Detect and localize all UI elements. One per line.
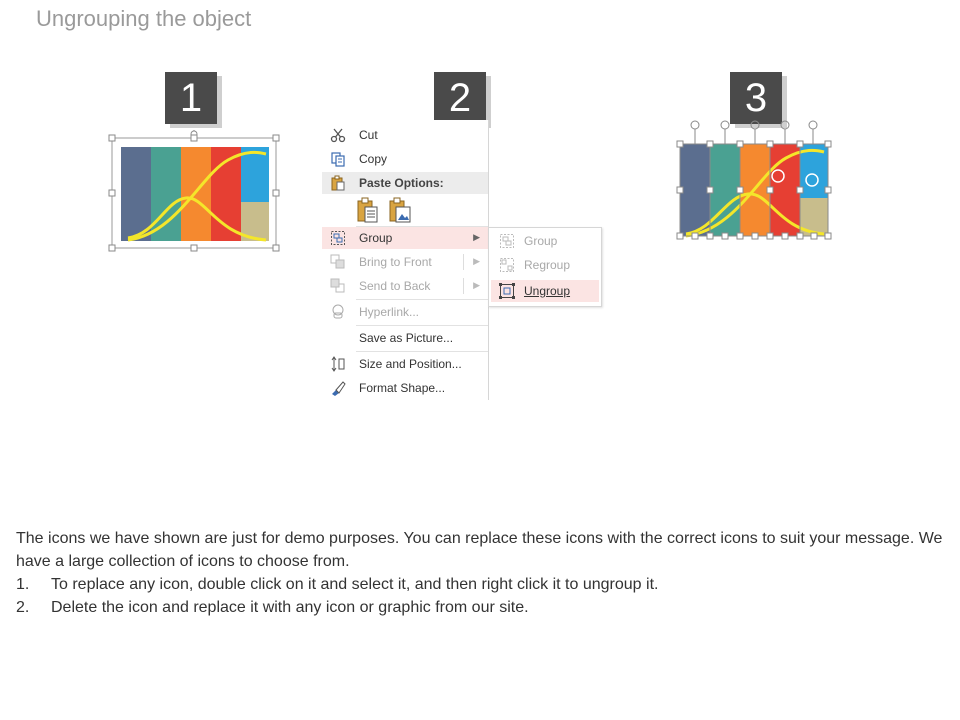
list-item-text: Delete the icon and replace it with any … (51, 599, 529, 616)
send-to-back-icon (330, 278, 345, 293)
menu-label-paste-options: Paste Options: (359, 176, 444, 190)
group-icon (500, 234, 514, 248)
menu-item-hyperlink: Hyperlink... (322, 301, 488, 323)
list-item-number: 2. (16, 599, 30, 616)
ungrouped-graphic[interactable] (670, 112, 840, 248)
paste-keep-formatting-icon (357, 197, 378, 223)
format-shape-icon (332, 381, 346, 396)
list-item: 1. To replace any icon, double click on … (16, 573, 946, 596)
page-title: Ungrouping the object (36, 6, 252, 31)
menu-label-hyperlink: Hyperlink... (359, 305, 420, 319)
menu-label-format-shape: Format Shape... (359, 381, 446, 395)
step-1-badge: 1 (165, 72, 217, 124)
context-menu: Cut Copy Paste Options: Group ▶ Bring to… (322, 120, 489, 400)
menu-label-bring-to-front: Bring to Front (359, 255, 432, 269)
submenu-arrow-icon: ▶ (473, 280, 480, 290)
regroup-icon (500, 258, 514, 272)
description: The icons we have shown are just for dem… (16, 527, 946, 619)
copy-icon (331, 152, 345, 167)
menu-item-group[interactable]: Group ▶ (322, 227, 488, 249)
list-item-number: 1. (16, 576, 30, 593)
group-icon (331, 231, 345, 245)
submenu-item-ungroup[interactable]: Ungroup (491, 280, 599, 302)
ungroup-icon (499, 283, 515, 299)
submenu-arrow-icon: ▶ (473, 256, 480, 266)
menu-label-cut: Cut (359, 128, 378, 142)
step-2-badge: 2 (434, 72, 486, 124)
hyperlink-icon (332, 304, 344, 319)
menu-item-size-and-position[interactable]: Size and Position... (322, 353, 488, 375)
paste-picture-icon (389, 197, 411, 223)
submenu-label-group: Group (524, 234, 558, 248)
grouped-graphic[interactable] (106, 130, 286, 256)
submenu-item-group: Group (491, 230, 599, 252)
submenu-label-ungroup: Ungroup (524, 284, 571, 298)
menu-item-format-shape[interactable]: Format Shape... (322, 377, 488, 399)
submenu-arrow-icon: ▶ (473, 232, 480, 242)
list-item-text: To replace any icon, double click on it … (51, 576, 659, 593)
menu-label-save-as-picture: Save as Picture... (359, 331, 454, 345)
paste-options-icons[interactable] (356, 197, 436, 225)
menu-item-bring-to-front: Bring to Front ▶ (322, 251, 488, 273)
bring-to-front-icon (330, 254, 345, 269)
submenu-label-regroup: Regroup (524, 258, 571, 272)
menu-item-paste-options: Paste Options: (322, 172, 488, 194)
description-intro: The icons we have shown are just for dem… (16, 530, 943, 570)
menu-label-size-and-position: Size and Position... (359, 357, 462, 371)
menu-label-send-to-back: Send to Back (359, 279, 431, 293)
submenu-item-regroup: Regroup (491, 254, 599, 276)
scissors-icon (330, 128, 346, 143)
list-item: 2. Delete the icon and replace it with a… (16, 596, 946, 619)
menu-item-send-to-back: Send to Back ▶ (322, 275, 488, 297)
menu-label-copy: Copy (359, 152, 388, 166)
clipboard-icon (331, 175, 345, 191)
instruction-list: 1. To replace any icon, double click on … (16, 573, 946, 619)
group-submenu: Group Regroup Ungroup (488, 227, 602, 307)
menu-item-cut[interactable]: Cut (322, 124, 488, 146)
menu-label-group: Group (359, 231, 393, 245)
menu-item-copy[interactable]: Copy (322, 148, 488, 170)
menu-item-save-as-picture[interactable]: Save as Picture... (322, 327, 488, 349)
size-position-icon (331, 356, 345, 372)
